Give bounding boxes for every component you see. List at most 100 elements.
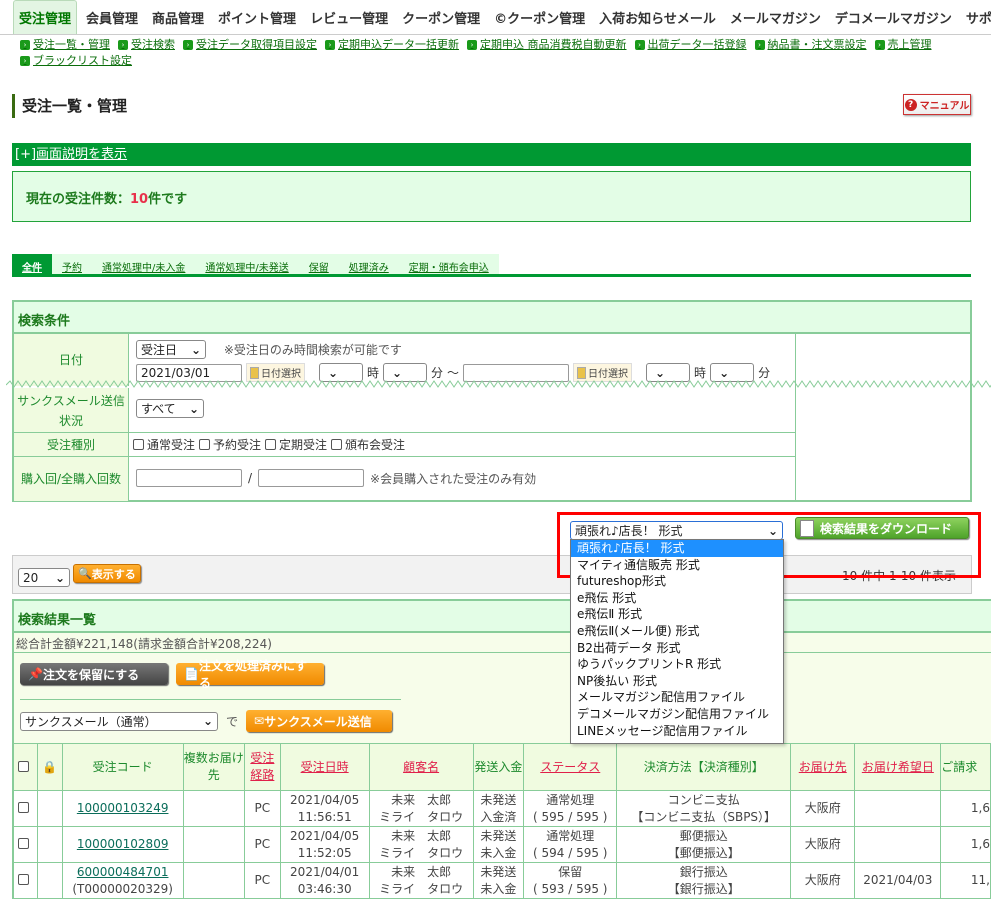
topnav-tab[interactable]: サポート <box>961 1 991 34</box>
topnav-tab[interactable]: 商品管理 <box>147 1 209 34</box>
order-type-option[interactable]: 予約受注 <box>199 438 261 452</box>
status-tab[interactable]: 処理済み <box>338 254 399 274</box>
send-thanks-mail-button[interactable]: ✉ サンクスメール送信 <box>246 710 393 732</box>
row-checkbox-cell[interactable] <box>13 862 38 899</box>
column-header[interactable]: ステータス <box>523 743 618 791</box>
topnav-tab[interactable]: 会員管理 <box>81 1 143 34</box>
dropdown-option[interactable]: B2出荷データ 形式 <box>571 640 783 657</box>
download-format-select[interactable]: 頑張れ♪店長！ 形式 <box>570 521 783 540</box>
status-tab[interactable]: 保留 <box>298 254 339 274</box>
dropdown-option[interactable]: e飛伝Ⅱ 形式 <box>571 606 783 623</box>
hold-order-button[interactable]: 📌 注文を保留にする <box>20 663 168 685</box>
dropdown-option[interactable]: マイティ通信販売 形式 <box>571 557 783 574</box>
mark-processed-button[interactable]: 📄 注文を処理済みにする <box>176 659 324 690</box>
checkbox[interactable] <box>265 439 277 450</box>
column-header[interactable]: 受注コード <box>61 743 184 791</box>
column-label: お届け希望日 <box>861 759 934 774</box>
show-button[interactable]: 🔍 表示する <box>73 564 141 583</box>
topnav-tab[interactable]: ©クーポン管理 <box>489 1 590 34</box>
order-code-link[interactable]: 100000103249 <box>77 801 169 815</box>
order-type-option[interactable]: 定期受注 <box>265 438 327 452</box>
sub-navigation: › 受注一覧・管理 › 受注検索 › 受注データ取得項目設定 › 定期申込データ一括更新 › 定期… <box>20 36 991 68</box>
row-checkbox[interactable] <box>18 802 30 813</box>
column-header[interactable]: お届け希望日 <box>854 743 942 791</box>
arrow-icon: › <box>20 56 30 66</box>
topnav-tab[interactable]: 受注管理 <box>13 0 78 34</box>
purchase-count-input[interactable] <box>136 469 242 487</box>
total-purchase-count-input[interactable] <box>258 469 365 487</box>
subnav-link[interactable]: › 出荷データ一括登録 <box>634 38 747 52</box>
column-header[interactable]: 受注日時 <box>279 743 370 791</box>
column-header[interactable]: ご請求 <box>940 743 991 791</box>
status-text: ( 595 / 595 ) <box>533 809 608 824</box>
status-tab[interactable]: 通常処理中/未発送 <box>195 254 299 274</box>
arrow-icon: › <box>754 40 765 50</box>
row-checkbox-cell[interactable] <box>13 790 38 827</box>
checkbox[interactable] <box>133 439 144 450</box>
topnav-tab[interactable]: ポイント管理 <box>213 1 301 34</box>
order-type-label: 頒布会受注 <box>345 438 406 452</box>
order-code-link[interactable]: 600000484701 <box>77 865 169 879</box>
date-to-input[interactable] <box>463 363 570 382</box>
dropdown-option[interactable]: futureshop形式 <box>571 573 783 590</box>
column-header[interactable]: 複数お届け先 <box>182 743 245 791</box>
show-help-link[interactable]: 画面説明を表示 <box>36 147 127 162</box>
column-header[interactable]: 🔒 <box>36 743 63 791</box>
order-datetime-text: 2021/04/01 <box>290 864 360 879</box>
download-results-button[interactable]: 検索結果をダウンロード <box>795 517 969 539</box>
arrow-icon: › <box>634 40 645 50</box>
topnav-tab[interactable]: 入荷お知らせメール <box>594 1 721 34</box>
order-type-option[interactable]: 通常受注 <box>133 438 195 452</box>
subnav-link[interactable]: › 受注データ取得項目設定 <box>183 38 317 52</box>
order-type-option[interactable]: 頒布会受注 <box>331 438 405 452</box>
dropdown-option[interactable]: e飛伝 形式 <box>571 590 783 607</box>
dropdown-option[interactable]: デコメールマガジン配信用ファイル <box>571 706 783 723</box>
subnav-link[interactable]: › 受注検索 <box>118 38 175 52</box>
status-tab[interactable]: 全件 <box>12 254 52 274</box>
date-note: ※受注日のみ時間検索が可能です <box>223 343 402 357</box>
subnav-link[interactable]: › 定期申込 商品消費税自動更新 <box>467 38 627 52</box>
row-checkbox-cell[interactable] <box>13 826 38 863</box>
subnav-link[interactable]: › 売上管理 <box>874 38 932 52</box>
column-header[interactable]: 発送入金 <box>472 743 525 791</box>
date-type-select[interactable]: 受注日 <box>136 340 206 359</box>
calendar-label: 日付選択 <box>588 369 629 380</box>
topnav-tab[interactable]: メールマガジン <box>725 1 826 34</box>
checkbox[interactable] <box>331 439 343 450</box>
row-checkbox[interactable] <box>18 874 30 885</box>
column-header[interactable]: お届け先 <box>790 743 856 791</box>
subnav-link[interactable]: › 納品書・注文票設定 <box>754 38 867 52</box>
checkbox[interactable] <box>199 439 211 450</box>
dropdown-option[interactable]: メールマガジン配信用ファイル <box>571 689 783 706</box>
topnav-tab[interactable]: クーポン管理 <box>397 1 485 34</box>
date-from-input[interactable]: 2021/03/01 <box>136 363 242 382</box>
subnav-link[interactable]: › ブラックリスト設定 <box>20 54 132 68</box>
select-all-checkbox[interactable] <box>18 760 30 772</box>
mail-template-select[interactable]: サンクスメール（通常） <box>20 711 218 731</box>
topnav-tab[interactable]: デコメールマガジン <box>830 1 957 34</box>
order-code-link[interactable]: 100000102809 <box>77 837 169 851</box>
topnav-tab[interactable]: レビュー管理 <box>305 1 393 34</box>
status-tab[interactable]: 通常処理中/未入金 <box>92 254 196 274</box>
column-header[interactable]: 決済方法【決済種別】 <box>616 743 792 791</box>
subnav-link[interactable]: › 定期申込データ一括更新 <box>325 38 459 52</box>
column-header[interactable] <box>13 743 38 791</box>
column-header[interactable]: 受注経路 <box>243 743 281 791</box>
dropdown-option[interactable]: e飛伝Ⅱ(メール便) 形式 <box>571 623 783 640</box>
column-label: 複数お届け先 <box>183 751 244 782</box>
destination-text: 大阪府 <box>804 873 841 887</box>
per-page-select[interactable]: 20 <box>18 568 70 587</box>
manual-button[interactable]: ? マニュアル <box>903 94 971 115</box>
subnav-link[interactable]: › 受注一覧・管理 <box>20 38 110 52</box>
status-tab[interactable]: 予約 <box>52 254 92 274</box>
dropdown-option[interactable]: NP後払い 形式 <box>571 673 783 690</box>
dropdown-option[interactable]: 頑張れ♪店長！ 形式 <box>571 540 783 557</box>
dropdown-option[interactable]: LINEメッセージ配信用ファイル <box>571 723 783 740</box>
slash: / <box>248 471 253 485</box>
thanks-mail-status-select[interactable]: すべて <box>136 399 204 418</box>
row-checkbox[interactable] <box>18 838 30 849</box>
amount-text: 1,6 <box>970 837 990 851</box>
status-tab[interactable]: 定期・頒布会申込 <box>398 254 499 274</box>
dropdown-option[interactable]: ゆうパックプリントR 形式 <box>571 656 783 673</box>
column-header[interactable]: 顧客名 <box>368 743 474 791</box>
